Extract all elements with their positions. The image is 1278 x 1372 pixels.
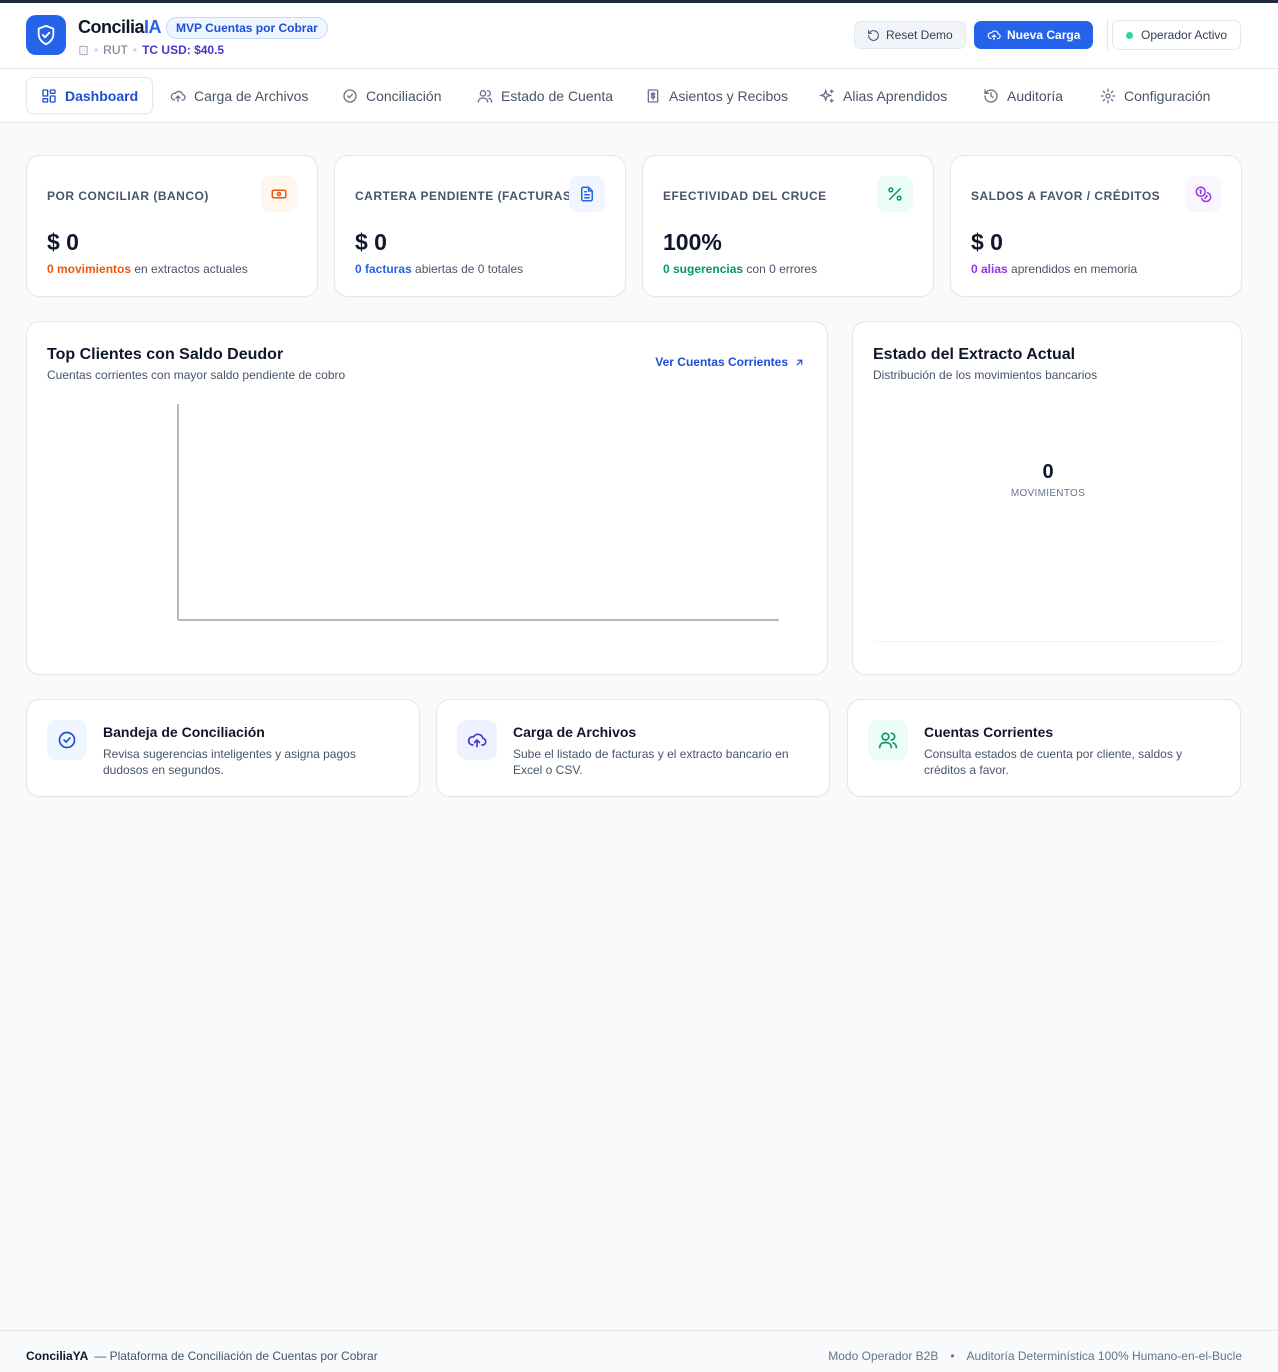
check-circle-icon	[47, 720, 87, 760]
kpi-card-efectividad: Efectividad del Cruce 100% 0 sugerencias…	[642, 155, 934, 297]
statement-status-card: Estado del Extracto Actual Distribución …	[852, 321, 1242, 675]
banknote-icon	[261, 176, 297, 212]
cloud-upload-icon	[457, 720, 497, 760]
footer-separator: •	[950, 1349, 955, 1363]
kpi-value: $ 0	[971, 229, 1003, 255]
kpi-label: Efectividad del Cruce	[663, 189, 827, 203]
tab-dashboard[interactable]: Dashboard	[26, 77, 154, 114]
empty-bar-chart	[177, 404, 779, 621]
sparkles-icon	[819, 88, 834, 103]
kpi-footnote: 0 facturas abiertas de 0 totales	[355, 262, 524, 276]
shortcut-carga-archivos[interactable]: Carga de Archivos Sube el listado de fac…	[436, 699, 830, 797]
coins-icon	[1185, 176, 1221, 212]
kpi-value: 100%	[663, 229, 722, 255]
cloud-upload-icon	[170, 90, 186, 102]
status-dot-icon	[1126, 31, 1133, 39]
users-icon	[477, 89, 493, 103]
tab-carga-archivos[interactable]: Carga de Archivos	[156, 77, 322, 114]
building-icon	[79, 45, 88, 55]
kpi-label: Saldos a Favor / Créditos	[971, 189, 1161, 203]
shortcut-description: Revisa sugerencias inteligentes y asigna…	[103, 747, 356, 777]
sep-dot: •	[94, 43, 99, 57]
tab-auditoria[interactable]: Auditoría	[969, 77, 1077, 114]
app-header: ConciliaIA MVP Cuentas por Cobrar • RUT …	[0, 3, 1278, 68]
footer-left: ConciliaYA — Plataforma de Conciliación d…	[26, 1349, 378, 1363]
mvp-badge: MVP Cuentas por Cobrar	[166, 17, 328, 39]
operator-status[interactable]: Operador Activo	[1112, 20, 1242, 50]
gear-icon	[1100, 88, 1116, 103]
main-nav: Dashboard Carga de Archivos Conciliación…	[0, 68, 1278, 123]
percent-icon	[877, 176, 913, 212]
shield-logo-icon	[26, 15, 66, 55]
tab-configuracion[interactable]: Configuración	[1086, 77, 1224, 114]
tc-usd-rate: TC USD: $40.5	[142, 43, 225, 57]
tab-asientos-recibos[interactable]: Asientos y Recibos	[631, 77, 802, 114]
new-upload-button[interactable]: Nueva Carga	[974, 21, 1094, 49]
shortcut-description: Sube el listado de facturas y el extract…	[513, 747, 789, 777]
movements-label: MOVIMIENTOS	[1010, 488, 1086, 499]
shortcut-title: Carga de Archivos	[513, 724, 637, 740]
kpi-footnote: 0 alias aprendidos en memoria	[971, 262, 1138, 276]
kpi-value: $ 0	[355, 229, 387, 255]
sep-dot: •	[132, 43, 138, 57]
statement-title: Estado del Extracto Actual	[873, 346, 1076, 363]
users-icon	[868, 720, 908, 760]
cloud-upload-icon	[987, 30, 1001, 41]
kpi-label: Por Conciliar (Banco)	[47, 189, 209, 203]
legend-divider	[873, 641, 1221, 642]
footer-mode: Modo Operador B2B	[828, 1349, 939, 1363]
reset-demo-button[interactable]: Reset Demo	[854, 21, 966, 49]
layout-grid-icon	[42, 88, 56, 103]
movements-count: 0	[1042, 461, 1054, 483]
statement-subtitle: Distribución de los movimientos bancario…	[873, 368, 1098, 382]
top-clients-chart-card: Top Clientes con Saldo Deudor Cuentas co…	[26, 321, 828, 675]
rut-label: RUT	[103, 43, 128, 57]
kpi-value: $ 0	[47, 229, 79, 255]
shortcut-cuentas-corrientes[interactable]: Cuentas Corrientes Consulta estados de c…	[847, 699, 1241, 797]
tab-alias-aprendidos[interactable]: Alias Aprendidos	[805, 77, 961, 114]
header-divider	[1107, 19, 1108, 51]
kpi-card-cartera-pendiente: Cartera Pendiente (Facturas) $ 0 0 factu…	[334, 155, 626, 297]
kpi-footnote: 0 sugerencias con 0 errores	[663, 262, 818, 276]
page-footer: ConciliaYA — Plataforma de Conciliación d…	[0, 1330, 1278, 1372]
footer-right: Modo Operador B2B • Auditoría Determinís…	[828, 1349, 1242, 1363]
kpi-label: Cartera Pendiente (Facturas)	[355, 189, 576, 203]
header-subline: • RUT • TC USD: $40.5	[78, 43, 224, 57]
file-text-icon	[569, 176, 605, 212]
tab-conciliacion[interactable]: Conciliación	[328, 77, 455, 114]
shortcut-title: Bandeja de Conciliación	[103, 724, 265, 740]
kpi-footnote: 0 movimientos en extractos actuales	[47, 262, 248, 276]
check-circle-icon	[343, 88, 357, 103]
rotate-ccw-icon	[868, 29, 879, 41]
tab-estado-cuenta[interactable]: Estado de Cuenta	[463, 77, 627, 114]
shortcut-bandeja-conciliacion[interactable]: Bandeja de Conciliación Revisa sugerenci…	[26, 699, 420, 797]
kpi-card-por-conciliar: Por Conciliar (Banco) $ 0 0 movimientos …	[26, 155, 318, 297]
app-brand: ConciliaIA	[78, 17, 162, 37]
shortcut-title: Cuentas Corrientes	[924, 724, 1054, 740]
shortcut-description: Consulta estados de cuenta por cliente, …	[924, 747, 1183, 777]
history-icon	[984, 88, 998, 103]
receipt-icon	[647, 88, 659, 103]
footer-audit: Auditoría Determinística 100% Humano-en-…	[966, 1349, 1242, 1363]
kpi-card-saldos-favor: Saldos a Favor / Créditos $ 0 0 alias ap…	[950, 155, 1242, 297]
